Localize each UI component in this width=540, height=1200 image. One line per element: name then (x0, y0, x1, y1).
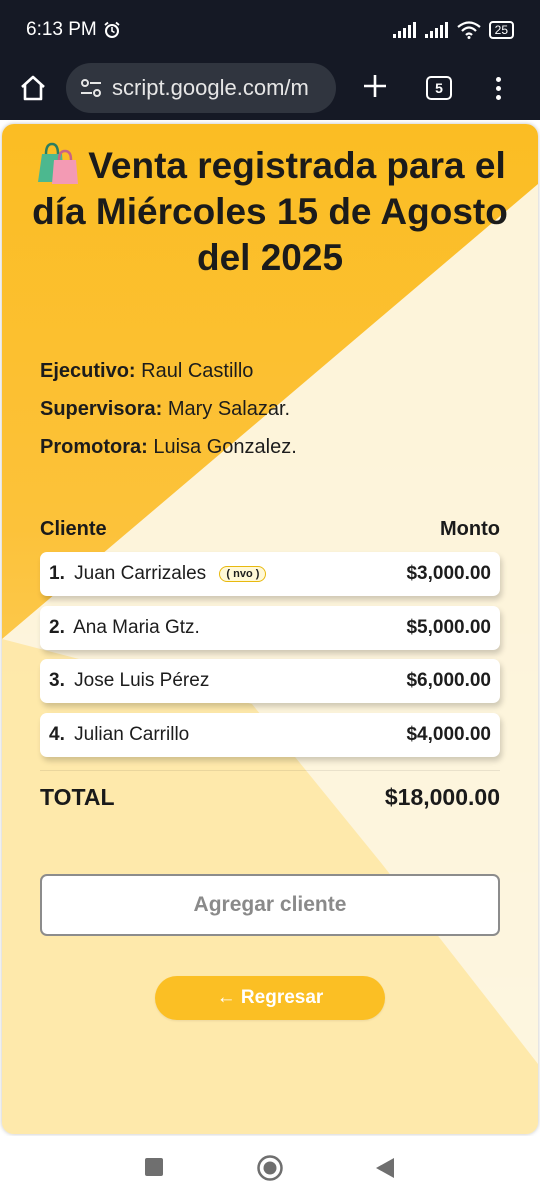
triangle-back-icon[interactable] (374, 1156, 396, 1180)
amount-cell: $5,000.00 (406, 616, 491, 638)
client-name: Ana Maria Gtz. (73, 616, 200, 638)
executive-value: Raul Castillo (141, 360, 254, 382)
url-text: script.google.com/m (112, 75, 309, 100)
supervisor-row: Supervisora: Mary Salazar. (40, 390, 297, 428)
title-text: Venta registrada para el día Miércoles 1… (32, 145, 508, 278)
plus-icon (364, 75, 386, 97)
client-name: Jose Luis Pérez (74, 670, 210, 691)
alarm-icon (104, 21, 120, 38)
client-name: Juan Carrizales (74, 563, 207, 584)
home-icon (21, 75, 45, 101)
amount-cell: $6,000.00 (406, 670, 491, 691)
system-nav-bar (0, 1136, 540, 1200)
table-row[interactable]: 3. Jose Luis Pérez $6,000.00 (40, 659, 500, 703)
table-header: Cliente Monto (40, 518, 500, 541)
status-right: 25 (392, 21, 514, 39)
home-button[interactable] (16, 71, 50, 105)
total-value: $18,000.00 (384, 784, 500, 810)
browser-toolbar: script.google.com/m 5 (0, 56, 540, 120)
promoter-label: Promotora: (40, 436, 148, 458)
executive-label: Ejecutivo: (40, 360, 136, 382)
status-left: 6:13 PM (26, 19, 121, 41)
table-row[interactable]: 4. Julian Carrillo $4,000.00 (40, 712, 500, 757)
circle-icon[interactable] (256, 1154, 284, 1182)
supervisor-label: Supervisora: (40, 398, 163, 420)
client-column-header: Cliente (40, 518, 107, 540)
status-bar: 6:13 PM 25 (0, 0, 540, 60)
more-vert-icon[interactable] (494, 76, 502, 100)
client-name: Julian Carrillo (74, 723, 190, 745)
supervisor-value: Mary Salazar. (167, 398, 291, 420)
web-page: Venta registrada para el día Miércoles 1… (0, 120, 540, 1136)
total-label: TOTAL (40, 784, 115, 810)
clock-time: 6:13 PM (26, 19, 97, 40)
add-client-button[interactable]: Agregar cliente (40, 874, 500, 936)
signal-icon (392, 22, 416, 38)
wifi-icon (456, 21, 481, 39)
total-divider (40, 770, 500, 771)
battery-level: 25 (494, 23, 508, 37)
new-client-badge: ( nvo ) (219, 566, 267, 582)
address-bar[interactable]: script.google.com/m (66, 63, 336, 113)
square-icon[interactable] (143, 1156, 165, 1178)
amount-cell: $4,000.00 (406, 723, 491, 745)
row-number: 2. (49, 616, 65, 638)
row-number: 3. (49, 670, 65, 691)
new-tab-button[interactable] (360, 71, 390, 105)
card-content: Venta registrada para el día Miércoles 1… (2, 124, 538, 1134)
row-number: 4. (49, 723, 65, 745)
table-row[interactable]: 2. Ana Maria Gtz. $5,000.00 (40, 605, 500, 650)
back-button[interactable]: ← Regresar (155, 976, 385, 1020)
row-number: 1. (49, 563, 65, 584)
staff-info: Ejecutivo: Raul Castillo Supervisora: Ma… (40, 352, 297, 466)
client-cell: 2. Ana Maria Gtz. (49, 617, 200, 639)
tab-switcher-button[interactable]: 5 (426, 76, 452, 100)
sale-card: Venta registrada para el día Miércoles 1… (2, 124, 538, 1134)
signal-icon-2 (424, 22, 448, 38)
page-title: Venta registrada para el día Miércoles 1… (22, 140, 518, 281)
amount-column-header: Monto (440, 518, 500, 540)
client-cell: 1. Juan Carrizales ( nvo ) (49, 563, 267, 585)
client-cell: 3. Jose Luis Pérez (49, 670, 209, 692)
promoter-row: Promotora: Luisa Gonzalez. (40, 428, 297, 466)
total-row: TOTAL $18,000.00 (40, 784, 500, 811)
tab-count-label: 5 (435, 80, 443, 96)
client-list: 1. Juan Carrizales ( nvo ) $3,000.00 2. … (40, 552, 500, 766)
battery-indicator: 25 (488, 21, 514, 39)
executive-row: Ejecutivo: Raul Castillo (40, 352, 297, 390)
table-row[interactable]: 1. Juan Carrizales ( nvo ) $3,000.00 (40, 552, 500, 596)
amount-cell: $3,000.00 (406, 563, 491, 584)
shopping-bags-icon (38, 142, 79, 184)
client-cell: 4. Julian Carrillo (49, 724, 189, 746)
promoter-value: Luisa Gonzalez. (153, 436, 297, 458)
tune-icon[interactable] (80, 78, 102, 98)
